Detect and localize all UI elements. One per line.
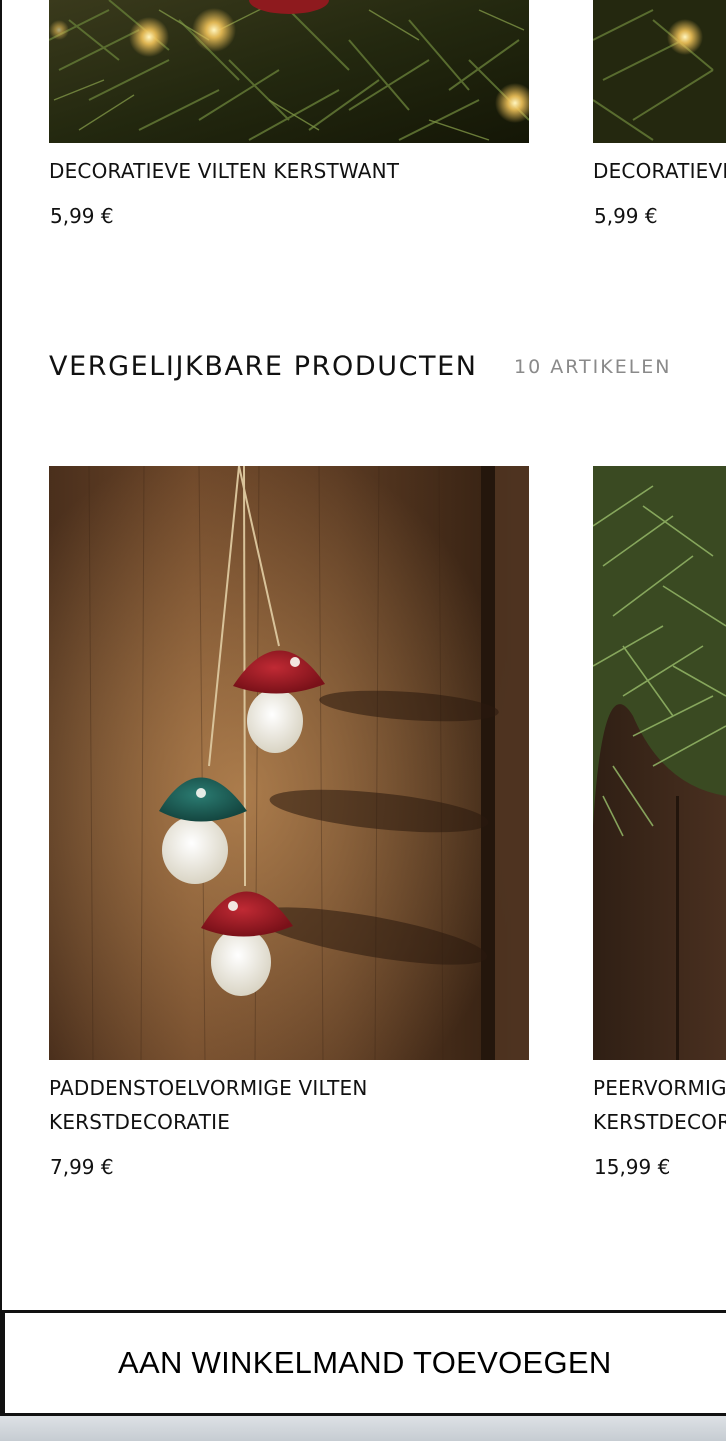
- product-image-garland-2[interactable]: [593, 0, 726, 143]
- product-title[interactable]: DECORATIEVE VILTEN KERSTWANT: [49, 154, 529, 188]
- product-title[interactable]: DECORATIEVE VILTEN KERSTWANT: [593, 154, 726, 188]
- left-border: [0, 0, 2, 1441]
- add-to-cart-button[interactable]: AAN WINKELMAND TOEVOEGEN: [2, 1310, 726, 1416]
- product-image-garland[interactable]: [49, 0, 529, 143]
- product-price: 15,99 €: [594, 1155, 671, 1179]
- product-price: 5,99 €: [50, 204, 114, 228]
- add-to-cart-label: AAN WINKELMAND TOEVOEGEN: [118, 1345, 612, 1380]
- mushroom-ornament-photo: [49, 466, 529, 1060]
- section-title: VERGELIJKBARE PRODUCTEN: [49, 351, 478, 382]
- product-image-pear[interactable]: [593, 466, 726, 1060]
- product-title-line: KERSTDECORATIE: [49, 1110, 231, 1134]
- item-count: 10 ARTIKELEN: [514, 356, 672, 378]
- product-price: 5,99 €: [594, 204, 658, 228]
- browser-bottom-bar: [0, 1416, 726, 1441]
- product-title-line: KERSTDECORATIE: [593, 1110, 726, 1134]
- product-title[interactable]: PADDENSTOELVORMIGE VILTEN KERSTDECORATIE: [49, 1071, 529, 1139]
- product-title[interactable]: PEERVORMIGE KERSTDECORATIE: [593, 1071, 726, 1139]
- product-title-line: PADDENSTOELVORMIGE VILTEN: [49, 1076, 368, 1100]
- product-title-line: PEERVORMIGE: [593, 1076, 726, 1100]
- garland-photo: [49, 0, 529, 143]
- product-price: 7,99 €: [50, 1155, 114, 1179]
- pine-branch-photo: [593, 466, 726, 1060]
- garland-photo-2: [593, 0, 726, 143]
- product-image-mushroom[interactable]: [49, 466, 529, 1060]
